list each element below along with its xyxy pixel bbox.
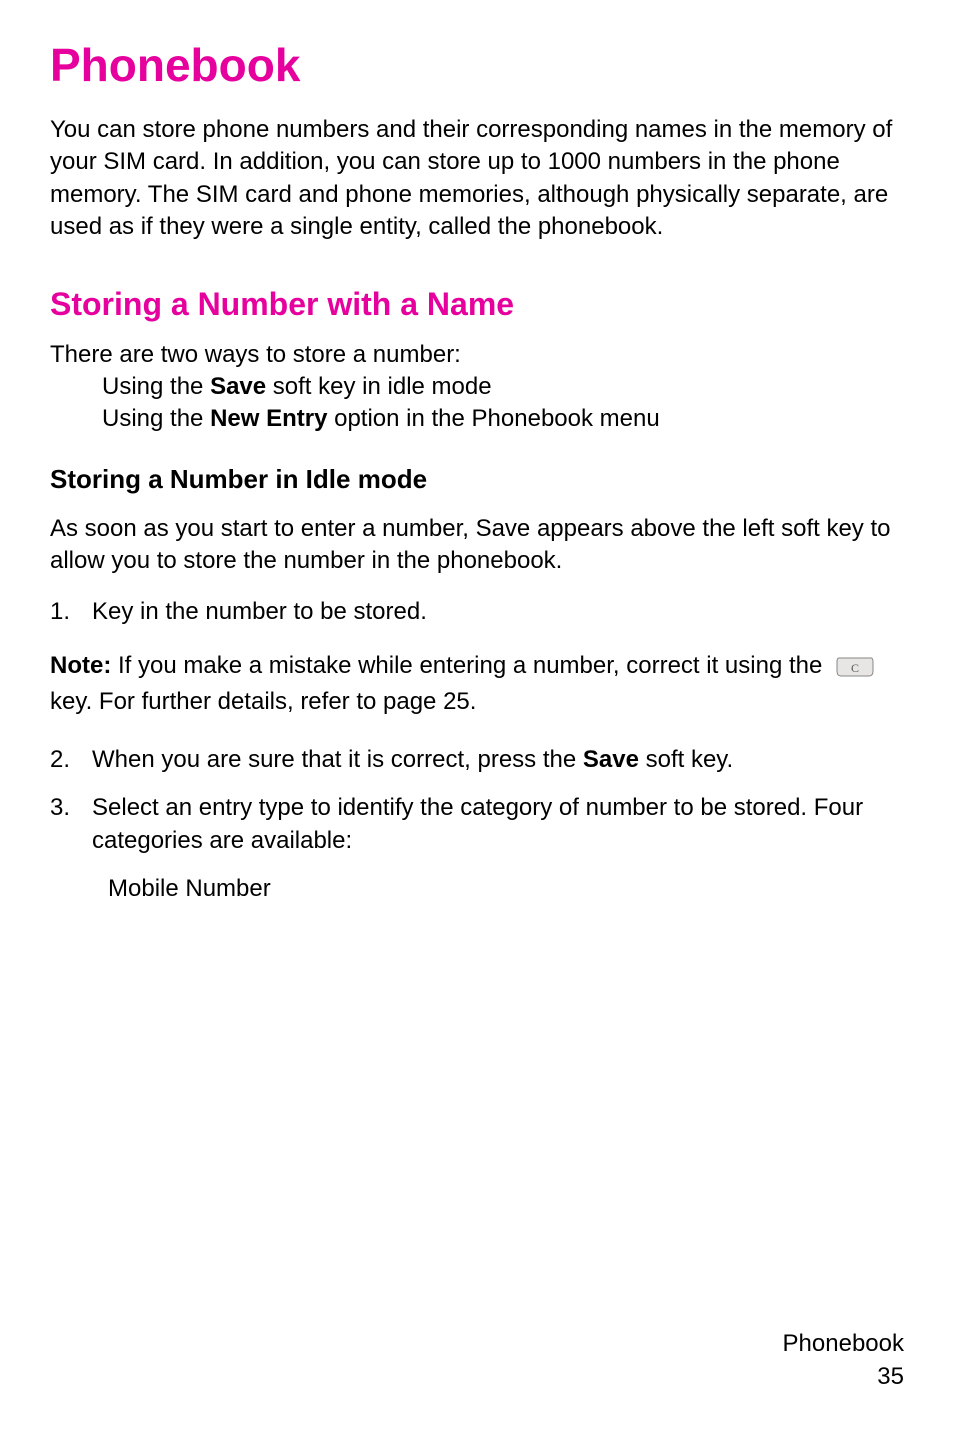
step-text-bold: Save bbox=[583, 746, 639, 773]
subheading-idle-mode: Storing a Number in Idle mode bbox=[50, 464, 904, 495]
step-3: 3. Select an entry type to identify the … bbox=[50, 792, 904, 857]
step-text-pre: When you are sure that it is correct, pr… bbox=[92, 746, 583, 773]
step-text: When you are sure that it is correct, pr… bbox=[92, 744, 904, 776]
svg-text:C: C bbox=[851, 661, 859, 675]
category-mobile-number: Mobile Number bbox=[50, 873, 904, 905]
list-text-pre: Using the bbox=[102, 373, 210, 400]
ways-list: Using the Save soft key in idle mode Usi… bbox=[50, 371, 904, 436]
list-item: Using the Save soft key in idle mode bbox=[102, 371, 904, 403]
list-text-post: option in the Phonebook menu bbox=[327, 405, 659, 432]
note-pre: If you make a mistake while entering a n… bbox=[111, 652, 829, 679]
list-text-bold: Save bbox=[210, 373, 266, 400]
step-number: 3. bbox=[50, 792, 92, 857]
list-text-bold: New Entry bbox=[210, 405, 327, 432]
list-text-post: soft key in idle mode bbox=[266, 373, 491, 400]
chapter-title: Phonebook bbox=[50, 38, 904, 92]
step-text: Key in the number to be stored. bbox=[92, 596, 904, 628]
step-number: 2. bbox=[50, 744, 92, 776]
intro-paragraph: You can store phone numbers and their co… bbox=[50, 114, 904, 244]
note-block: Note: If you make a mistake while enteri… bbox=[50, 648, 904, 720]
section-heading-storing: Storing a Number with a Name bbox=[50, 286, 904, 323]
list-item: Using the New Entry option in the Phoneb… bbox=[102, 403, 904, 435]
step-1: 1. Key in the number to be stored. bbox=[50, 596, 904, 628]
step-text: Select an entry type to identify the cat… bbox=[92, 792, 904, 857]
page-footer: Phonebook 35 bbox=[783, 1328, 904, 1393]
note-post: key. For further details, refer to page … bbox=[50, 688, 476, 715]
footer-page-number: 35 bbox=[783, 1361, 904, 1393]
note-label: Note: bbox=[50, 652, 111, 679]
idle-mode-paragraph: As soon as you start to enter a number, … bbox=[50, 513, 904, 578]
c-key-icon: C bbox=[835, 656, 875, 678]
list-text-pre: Using the bbox=[102, 405, 210, 432]
footer-chapter-label: Phonebook bbox=[783, 1328, 904, 1360]
step-2: 2. When you are sure that it is correct,… bbox=[50, 744, 904, 776]
step-text-post: soft key. bbox=[639, 746, 733, 773]
section-lead: There are two ways to store a number: bbox=[50, 339, 904, 371]
step-number: 1. bbox=[50, 596, 92, 628]
